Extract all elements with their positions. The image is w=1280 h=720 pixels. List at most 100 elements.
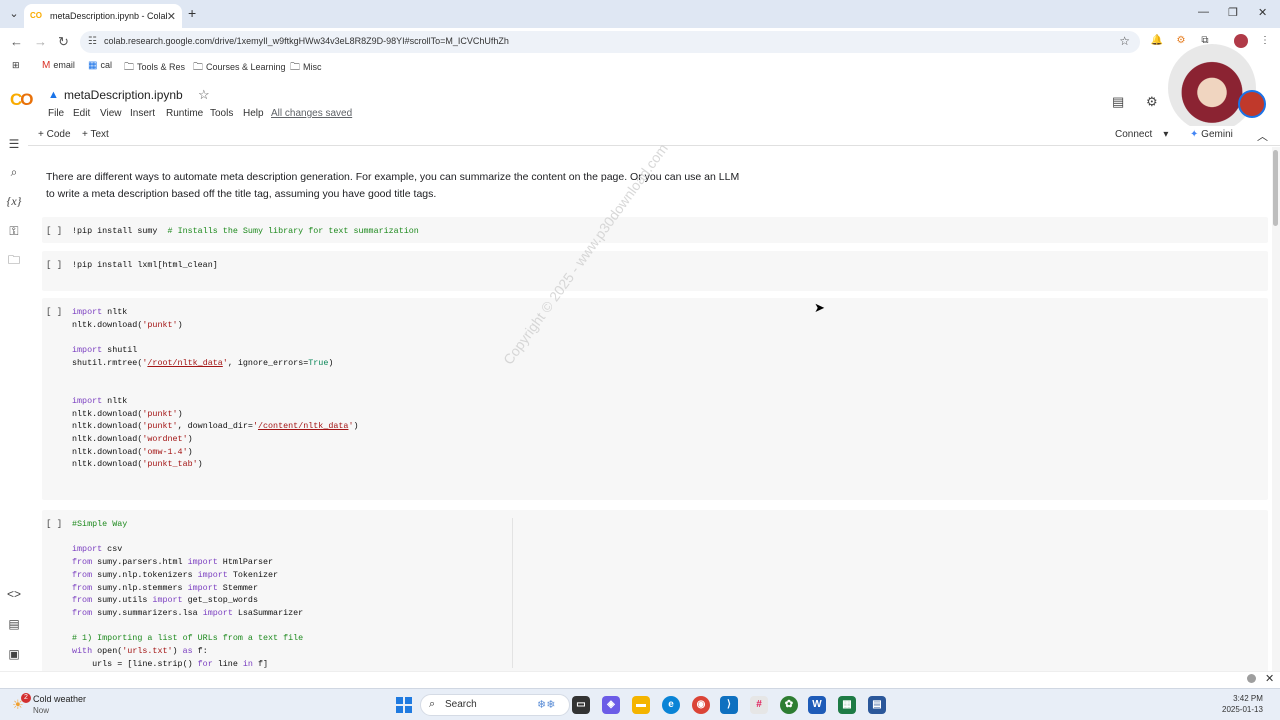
- extension-gear-icon[interactable]: ⚙: [1174, 34, 1188, 48]
- menu-help[interactable]: Help: [243, 108, 264, 119]
- address-bar: ← → ↻ ☷ colab.research.google.com/drive/…: [0, 28, 1280, 56]
- browser-tab-active[interactable]: CO metaDescription.ipynb - Colab ✕: [24, 4, 182, 28]
- mouse-cursor-icon: ➤: [814, 300, 825, 315]
- profile-avatar-icon[interactable]: [1234, 34, 1248, 48]
- taskbar: ☀ 2 Cold weather Now ⌕ Search ❄❄ ▭ ◈ ▬ e…: [0, 688, 1280, 720]
- drive-icon[interactable]: ▲: [48, 89, 59, 101]
- forward-icon[interactable]: →: [34, 34, 47, 49]
- cell-divider: [512, 518, 513, 668]
- search-icon[interactable]: ⌕: [6, 164, 22, 180]
- close-panel-icon[interactable]: ✕: [1265, 672, 1274, 685]
- add-text-button[interactable]: + Text: [82, 129, 109, 140]
- colab-favicon-icon: CO: [30, 11, 42, 20]
- code-comment: # Installs the Sumy library for text sum…: [167, 226, 419, 236]
- docs-icon[interactable]: ▤: [868, 696, 886, 714]
- weather-badge: 2: [21, 693, 31, 703]
- account-avatar[interactable]: [1238, 90, 1266, 118]
- notification-bell-icon[interactable]: 🔔: [1150, 34, 1164, 48]
- start-windows-icon[interactable]: [396, 697, 412, 713]
- secrets-key-icon[interactable]: ⚿: [6, 223, 22, 239]
- vscode-icon[interactable]: ⟩: [720, 696, 738, 714]
- connect-button[interactable]: Connect ▾: [1115, 129, 1168, 140]
- back-icon[interactable]: ←: [10, 34, 23, 49]
- menu-tools[interactable]: Tools: [210, 108, 233, 119]
- code-editor[interactable]: #Simple Way import csv from sumy.parsers…: [72, 518, 303, 670]
- word-icon[interactable]: W: [808, 696, 826, 714]
- star-notebook-icon[interactable]: ☆: [198, 87, 210, 103]
- menu-view[interactable]: View: [100, 108, 122, 119]
- bookmark-misc[interactable]: 🗀 Misc: [290, 60, 322, 77]
- system-clock[interactable]: 3:42 PM 2025-01-13: [1222, 693, 1263, 715]
- scrollbar-thumb[interactable]: [1273, 150, 1278, 226]
- task-view-icon[interactable]: ▭: [572, 696, 590, 714]
- code-cell[interactable]: [ ] !pip install sumy # Installs the Sum…: [42, 217, 1268, 243]
- tab-title: metaDescription.ipynb - Colab: [50, 11, 167, 21]
- bookmark-cal[interactable]: ▦ cal: [88, 60, 112, 71]
- code-comment: #Simple Way: [72, 519, 128, 529]
- scrollbar[interactable]: [1272, 147, 1280, 688]
- tab-close-icon[interactable]: ✕: [167, 10, 176, 23]
- site-info-icon[interactable]: ☷: [88, 36, 97, 47]
- files-folder-icon[interactable]: 🗀: [6, 252, 22, 268]
- clock-time: 3:42 PM: [1233, 694, 1263, 703]
- run-cell-button[interactable]: [ ]: [46, 260, 62, 270]
- browser-tab-bar: ⌄ CO metaDescription.ipynb - Colab ✕ + —…: [0, 0, 1280, 28]
- save-status[interactable]: All changes saved: [271, 108, 352, 119]
- code-cell[interactable]: [ ] !pip install lxml[html_clean]: [42, 251, 1268, 291]
- file-explorer-icon[interactable]: ▬: [632, 696, 650, 714]
- bookmark-label: Misc: [303, 62, 322, 72]
- window-close-icon[interactable]: ✕: [1258, 6, 1267, 19]
- add-code-button[interactable]: + Code: [38, 129, 71, 140]
- taskbar-search[interactable]: ⌕ Search ❄❄: [420, 694, 570, 716]
- chrome-browser-icon[interactable]: ◉: [692, 696, 710, 714]
- table-of-contents-icon[interactable]: ☰: [6, 136, 22, 152]
- menu-runtime[interactable]: Runtime: [166, 108, 203, 119]
- search-icon: ⌕: [429, 698, 436, 710]
- connect-label: Connect: [1115, 129, 1153, 140]
- run-cell-button[interactable]: [ ]: [46, 519, 62, 529]
- calendar-icon: ▦: [88, 60, 98, 71]
- menu-insert[interactable]: Insert: [130, 108, 155, 119]
- code-line: !pip install sumy: [72, 226, 158, 236]
- gemini-button[interactable]: ✦ Gemini: [1190, 129, 1233, 140]
- sheets-icon[interactable]: ▦: [838, 696, 856, 714]
- code-editor[interactable]: !pip install sumy # Installs the Sumy li…: [72, 225, 419, 238]
- collapse-header-icon[interactable]: ︿: [1257, 128, 1268, 144]
- code-cell[interactable]: [ ] #Simple Way import csv from sumy.par…: [42, 510, 1268, 688]
- code-editor[interactable]: !pip install lxml[html_clean]: [72, 259, 218, 272]
- variables-icon[interactable]: {x}: [6, 193, 22, 209]
- copilot-icon[interactable]: ◈: [602, 696, 620, 714]
- bookmark-email[interactable]: Memail: [42, 60, 75, 71]
- code-snippets-icon[interactable]: <>: [6, 586, 22, 602]
- url-field[interactable]: ☷ colab.research.google.com/drive/1xemyI…: [80, 31, 1140, 53]
- run-cell-button[interactable]: [ ]: [46, 307, 62, 317]
- minimize-icon[interactable]: —: [1198, 6, 1209, 18]
- add-text-label: Text: [90, 129, 109, 140]
- weather-title: Cold weather: [33, 694, 87, 704]
- settings-gear-icon[interactable]: ⚙: [1146, 94, 1158, 110]
- app-icon[interactable]: ✿: [780, 696, 798, 714]
- reload-icon[interactable]: ↻: [58, 34, 69, 50]
- run-cell-button[interactable]: [ ]: [46, 226, 62, 236]
- comments-icon[interactable]: ▤: [1112, 94, 1124, 110]
- url-text: colab.research.google.com/drive/1xemyIl_…: [104, 36, 509, 46]
- command-palette-icon[interactable]: ▤: [6, 616, 22, 632]
- apps-grid-icon[interactable]: ⊞: [12, 60, 20, 71]
- slack-icon[interactable]: #: [750, 696, 768, 714]
- bookmark-courses[interactable]: 🗀 Courses & Learning: [193, 60, 286, 77]
- restore-icon[interactable]: ❐: [1228, 6, 1238, 19]
- menu-file[interactable]: File: [48, 108, 64, 119]
- edge-browser-icon[interactable]: e: [662, 696, 680, 714]
- bookmark-star-icon[interactable]: ☆: [1119, 34, 1130, 48]
- bookmark-tools-res[interactable]: 🗀 Tools & Res: [124, 60, 185, 77]
- colab-logo[interactable]: CO: [10, 90, 34, 110]
- menu-edit[interactable]: Edit: [73, 108, 90, 119]
- notebook-title[interactable]: metaDescription.ipynb: [64, 88, 183, 102]
- code-cell[interactable]: [ ] import nltk nltk.download('punkt') i…: [42, 298, 1268, 500]
- tab-search-chevron-icon[interactable]: ⌄: [6, 6, 22, 22]
- webcam-overlay: [1168, 44, 1256, 132]
- terminal-icon[interactable]: ▣: [6, 646, 22, 662]
- new-tab-button[interactable]: +: [188, 5, 196, 21]
- browser-menu-icon[interactable]: ⋮: [1258, 34, 1272, 48]
- code-editor[interactable]: import nltk nltk.download('punkt') impor…: [72, 306, 359, 471]
